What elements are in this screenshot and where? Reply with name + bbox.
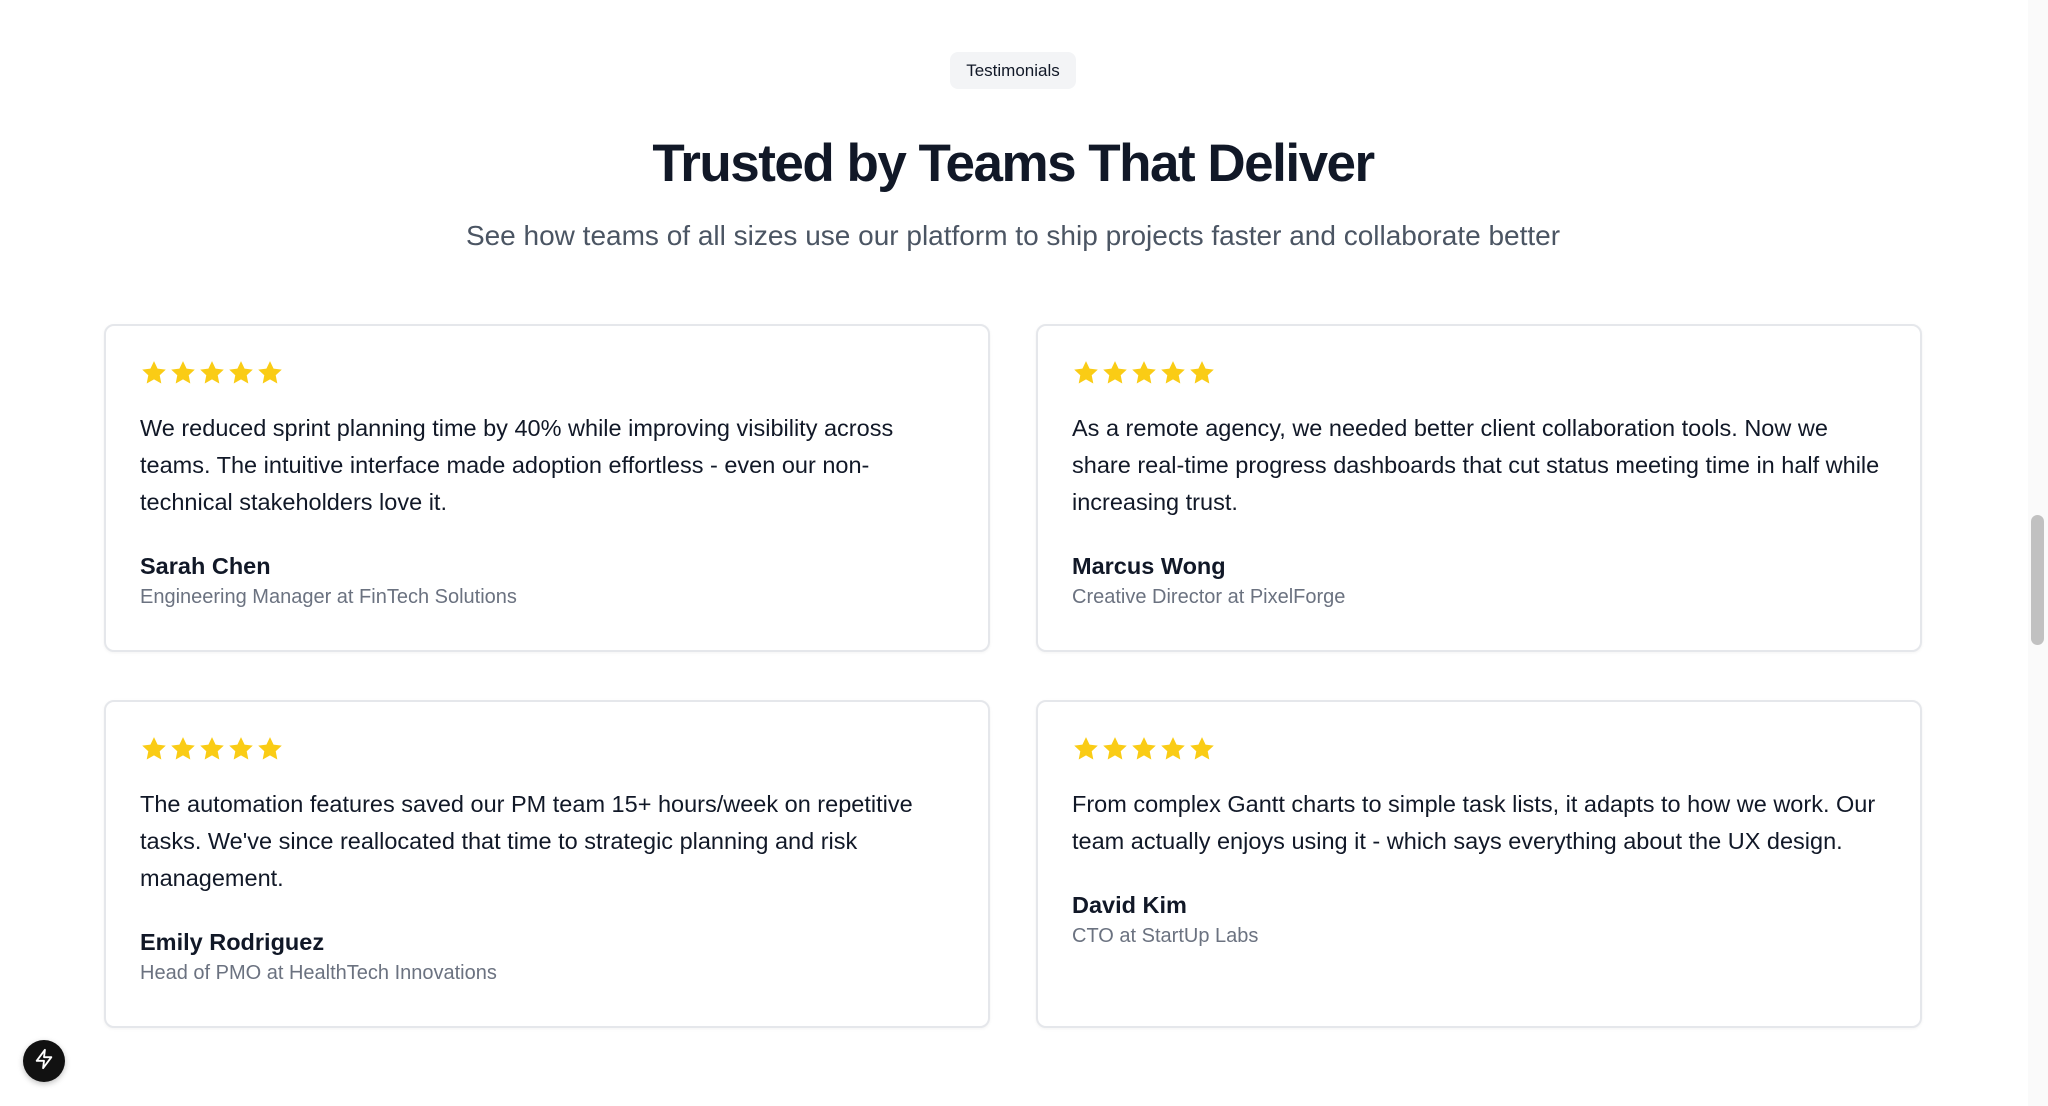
author-name: David Kim [1072,892,1187,918]
testimonial-quote: We reduced sprint planning time by 40% w… [140,415,894,515]
testimonial-quote: From complex Gantt charts to simple task… [1072,791,1876,854]
author-name: Sarah Chen [140,553,271,579]
testimonials-page: Testimonials Trusted by Teams That Deliv… [0,0,2048,1106]
star-icon [1072,359,1100,389]
star-icon [1159,735,1187,765]
star-icon [1159,359,1187,389]
lightning-bolt-icon [33,1048,55,1075]
star-icon [1130,735,1158,765]
badge-wrapper: Testimonials [0,52,2026,89]
star-icon [256,359,284,389]
star-icon [1188,359,1216,389]
section-subtitle: See how teams of all sizes use our platf… [465,220,1561,251]
author-role: Engineering Manager at FinTech Solutions [140,586,517,608]
scrollbar-thumb[interactable] [2031,515,2044,645]
section-title: Trusted by Teams That Deliver [652,134,1375,193]
testimonial-card: From complex Gantt charts to simple task… [1036,700,1922,1028]
star-rating [140,735,954,765]
star-icon [256,735,284,765]
star-icon [1072,735,1100,765]
star-icon [227,359,255,389]
star-icon [1130,359,1158,389]
section-badge: Testimonials [950,52,1076,89]
star-rating [1072,359,1886,389]
star-icon [169,359,197,389]
author-role: Creative Director at PixelForge [1072,586,1346,608]
star-icon [227,735,255,765]
star-icon [198,359,226,389]
floating-action-button[interactable] [23,1040,65,1082]
testimonial-card: As a remote agency, we needed better cli… [1036,324,1922,652]
star-rating [1072,735,1886,765]
star-icon [140,735,168,765]
star-icon [198,735,226,765]
star-icon [1101,359,1129,389]
author-role: Head of PMO at HealthTech Innovations [140,962,497,984]
testimonial-card: We reduced sprint planning time by 40% w… [104,324,990,652]
author-name: Emily Rodriguez [140,929,325,955]
star-icon [140,359,168,389]
author-role: CTO at StartUp Labs [1072,925,1259,947]
testimonial-quote: The automation features saved our PM tea… [140,791,913,891]
testimonial-quote: As a remote agency, we needed better cli… [1072,415,1880,515]
author-name: Marcus Wong [1072,553,1226,579]
star-icon [1188,735,1216,765]
star-rating [140,359,954,389]
testimonial-card: The automation features saved our PM tea… [104,700,990,1028]
star-icon [1101,735,1129,765]
star-icon [169,735,197,765]
